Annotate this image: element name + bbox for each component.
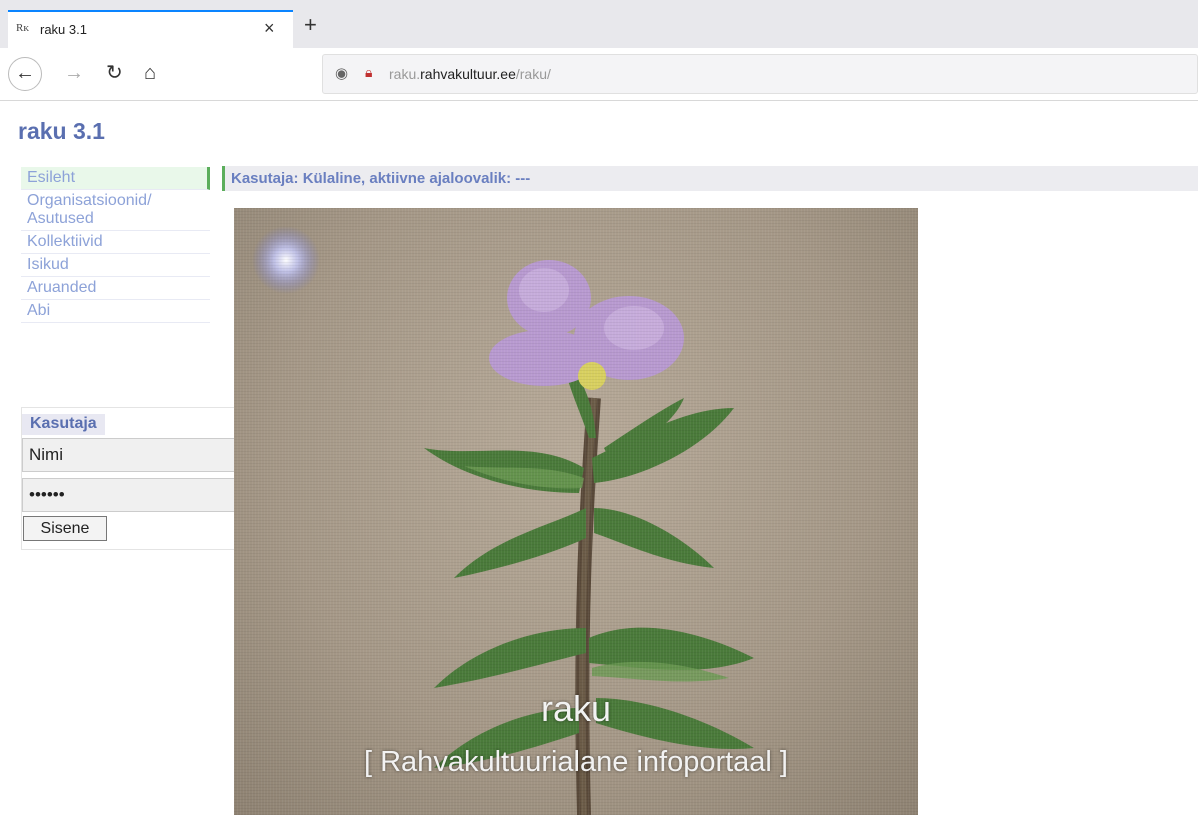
username-input[interactable] — [22, 438, 267, 472]
back-icon[interactable]: ← — [8, 57, 42, 91]
login-header: Kasutaja — [22, 414, 105, 435]
tab-title: raku 3.1 — [40, 22, 87, 37]
home-icon[interactable]: ⌂ — [144, 61, 156, 85]
hero-subtitle: [ Rahvakultuurialane infoportaal ] — [364, 746, 788, 778]
sidebar-item-isikud[interactable]: Isikud — [21, 254, 210, 277]
sidebar-item-esileht[interactable]: Esileht — [21, 167, 210, 190]
url-subdomain: raku. — [389, 66, 421, 82]
hero-banner: raku [ Rahvakultuurialane infoportaal ] — [234, 208, 918, 815]
close-tab-icon[interactable]: × — [264, 18, 275, 38]
new-tab-icon[interactable]: + — [304, 14, 317, 36]
sidebar-item-abi[interactable]: Abi — [21, 300, 210, 323]
forward-icon[interactable]: → — [64, 61, 84, 85]
user-status-text: Kasutaja: Külaline, aktiivne ajaloovalik… — [231, 170, 531, 187]
browser-tab[interactable]: Rᴋ raku 3.1 × — [8, 10, 293, 48]
sidebar-item-aruanded[interactable]: Aruanded — [21, 277, 210, 300]
sidebar-item-kollektiivid[interactable]: Kollektiivid — [21, 231, 210, 254]
reload-icon[interactable]: ↻ — [106, 61, 123, 85]
favicon-icon: Rᴋ — [16, 22, 30, 34]
url-text[interactable]: raku.rahvakultuur.ee/raku/ — [389, 66, 551, 82]
sidebar-nav: Esileht Organisatsioonid/ Asutused Kolle… — [21, 167, 210, 323]
url-domain: rahvakultuur.ee — [420, 66, 516, 82]
shield-icon[interactable]: ◉ — [335, 64, 348, 82]
status-bar: Kasutaja: Külaline, aktiivne ajaloovalik… — [222, 166, 1198, 191]
page-title: raku 3.1 — [18, 118, 105, 144]
sidebar-item-organisatsioonid[interactable]: Organisatsioonid/ Asutused — [21, 190, 210, 231]
url-path: /raku/ — [515, 66, 551, 82]
insecure-lock-icon[interactable]: 🔒︎ — [365, 64, 372, 81]
address-bar[interactable]: ◉ 🔒︎ raku.rahvakultuur.ee/raku/ — [322, 54, 1198, 94]
login-panel: Kasutaja Sisene — [21, 407, 270, 550]
password-input[interactable] — [22, 478, 267, 512]
browser-tabbar: Rᴋ raku 3.1 × + — [0, 0, 1198, 48]
login-button[interactable]: Sisene — [23, 516, 107, 541]
browser-navbar: ← → ↻ ⌂ ◉ 🔒︎ raku.rahvakultuur.ee/raku/ — [0, 48, 1198, 101]
hero-title: raku — [540, 688, 612, 729]
